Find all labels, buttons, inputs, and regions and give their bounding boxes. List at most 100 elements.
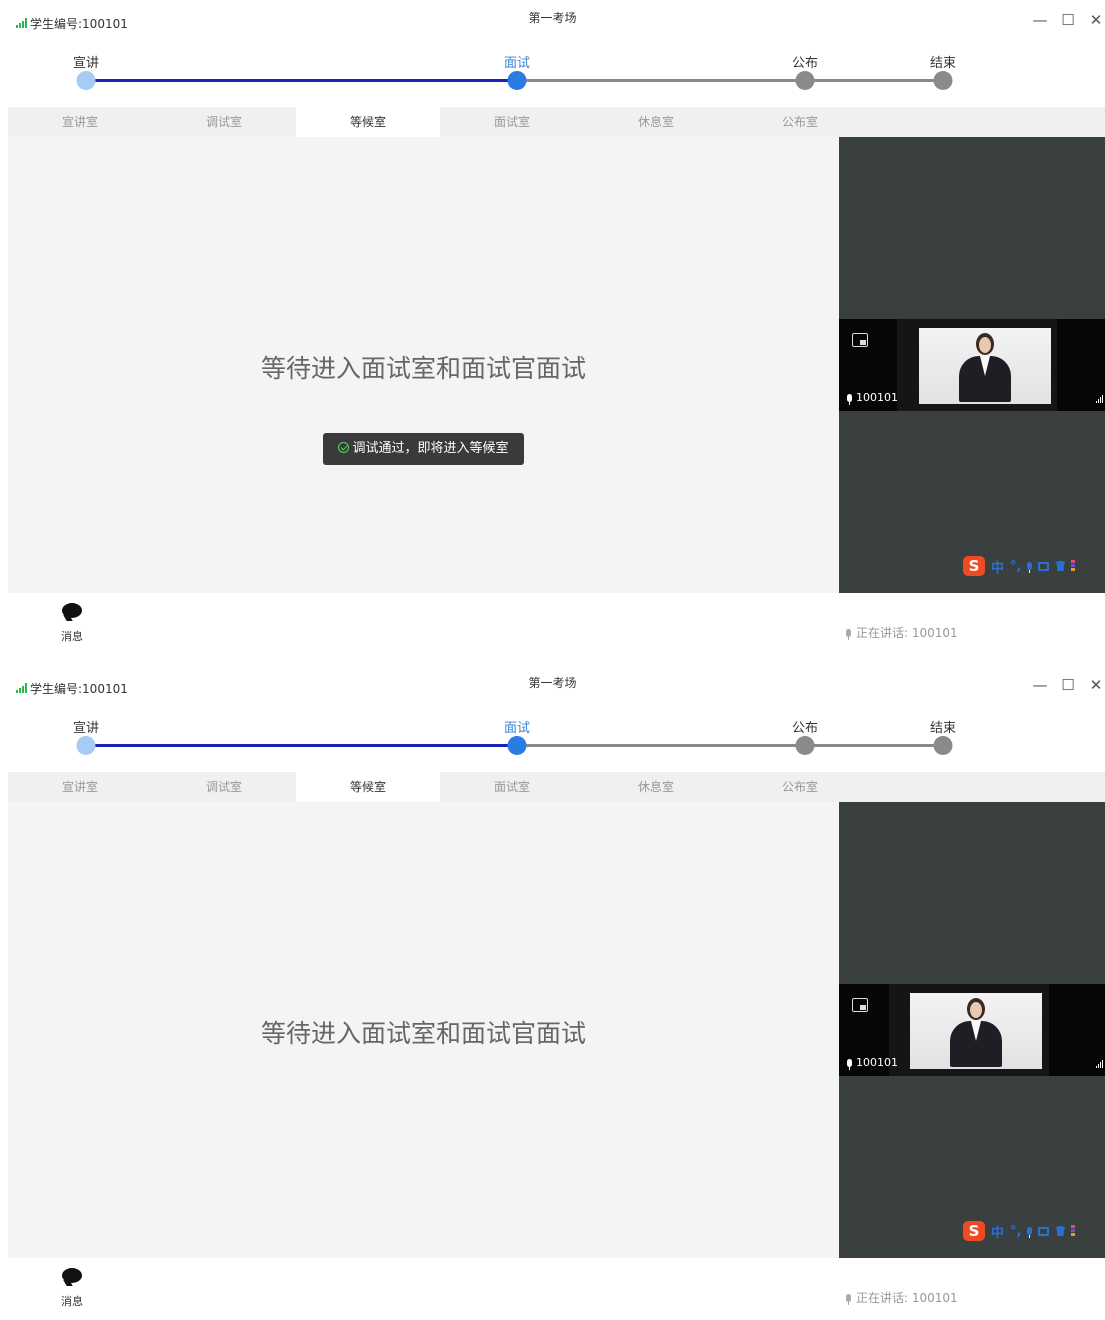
step-dot-announce (795, 736, 815, 755)
ime-punctuation[interactable]: °, (1010, 1224, 1021, 1239)
video-participant: 100101 (847, 391, 898, 405)
camera-feed (910, 993, 1042, 1069)
tab-waiting-room[interactable]: 等候室 (296, 772, 440, 802)
chat-bubble-icon (62, 1268, 82, 1283)
tab-presentation-room[interactable]: 宣讲室 (8, 107, 152, 137)
tab-debug-room[interactable]: 调试室 (152, 772, 296, 802)
microphone-icon (846, 628, 851, 640)
step-dot-end (933, 736, 953, 755)
video-panel: 100101 S 中 °, (839, 802, 1105, 1258)
ime-more-icon[interactable] (1071, 1225, 1076, 1237)
minimize-button[interactable]: — (1030, 675, 1050, 695)
tab-interview-room[interactable]: 面试室 (440, 772, 584, 802)
title-bar: 学生编号:100101 第一考场 — ☐ ✕ (0, 0, 1105, 40)
title-bar: 学生编号:100101 第一考场 — ☐ ✕ (0, 665, 1105, 705)
tab-announce-room[interactable]: 公布室 (728, 772, 872, 802)
ime-skin-icon[interactable] (1055, 1226, 1066, 1236)
video-signal-icon (1096, 1060, 1103, 1068)
video-participant: 100101 (847, 1056, 898, 1070)
ime-skin-icon[interactable] (1055, 561, 1066, 571)
exam-progress: 宣讲 面试 公布 结束 (0, 40, 1105, 100)
student-info: 学生编号:100101 (16, 16, 128, 31)
exam-window-1: 学生编号:100101 第一考场 — ☐ ✕ 宣讲 面试 公布 结束 宣讲室 调… (0, 0, 1105, 655)
messages-button[interactable]: 消息 (50, 1264, 94, 1310)
progress-line-done (86, 744, 517, 747)
video-tile[interactable]: 100101 (839, 319, 1105, 411)
signal-strength-icon (16, 18, 27, 28)
wait-message: 等待进入面试室和面试官面试 (260, 354, 586, 383)
progress-line-pending (517, 79, 943, 82)
signal-strength-icon (16, 683, 27, 693)
room-tabs: 宣讲室 调试室 等候室 面试室 休息室 公布室 (8, 772, 1105, 802)
speaking-text: 正在讲话: 100101 (856, 626, 958, 640)
tab-waiting-room[interactable]: 等候室 (296, 107, 440, 137)
bottom-bar: 消息 正在讲话: 100101 (0, 593, 1105, 655)
tab-interview-room[interactable]: 面试室 (440, 107, 584, 137)
student-id-label: 学生编号:100101 (30, 681, 128, 696)
ime-more-icon[interactable] (1071, 560, 1076, 572)
ime-language[interactable]: 中 (991, 1222, 1004, 1241)
step-label-end: 结束 (929, 721, 957, 736)
video-panel: 100101 S 中 °, (839, 137, 1105, 593)
step-dot-presentation (76, 736, 96, 755)
picture-in-picture-icon[interactable] (852, 333, 868, 347)
speaking-indicator: 正在讲话: 100101 (846, 1289, 958, 1306)
ime-keyboard-icon[interactable] (1038, 1226, 1050, 1236)
student-id-label: 学生编号:100101 (30, 16, 128, 31)
step-label-presentation: 宣讲 (72, 721, 100, 736)
sogou-logo-icon[interactable]: S (963, 556, 985, 576)
check-circle-icon (338, 442, 350, 453)
minimize-button[interactable]: — (1030, 10, 1050, 30)
exam-progress: 宣讲 面试 公布 结束 (0, 705, 1105, 765)
close-button[interactable]: ✕ (1086, 10, 1105, 30)
tab-rest-room[interactable]: 休息室 (584, 107, 728, 137)
step-label-interview: 面试 (503, 721, 531, 736)
ime-voice-icon[interactable] (1027, 1227, 1033, 1238)
progress-line-pending (517, 744, 943, 747)
wait-message: 等待进入面试室和面试官面试 (260, 1019, 586, 1048)
ime-toolbar[interactable]: S 中 °, (963, 1220, 1076, 1242)
bottom-bar: 消息 正在讲话: 100101 (0, 1258, 1105, 1320)
step-dot-end (933, 71, 953, 90)
microphone-icon (846, 1293, 851, 1305)
maximize-button[interactable]: ☐ (1058, 675, 1078, 695)
sogou-logo-icon[interactable]: S (963, 1221, 985, 1241)
step-label-presentation: 宣讲 (72, 56, 100, 71)
speaking-indicator: 正在讲话: 100101 (846, 624, 958, 641)
messages-label: 消息 (61, 630, 83, 643)
person-face (970, 1002, 982, 1018)
exam-window-2: 学生编号:100101 第一考场 — ☐ ✕ 宣讲 面试 公布 结束 宣讲室 调… (0, 665, 1105, 1320)
video-tile[interactable]: 100101 (839, 984, 1105, 1076)
tab-debug-room[interactable]: 调试室 (152, 107, 296, 137)
tab-rest-room[interactable]: 休息室 (584, 772, 728, 802)
messages-button[interactable]: 消息 (50, 599, 94, 645)
toast-text: 调试通过，即将进入等候室 (352, 441, 509, 456)
step-dot-interview (507, 71, 527, 90)
ime-language[interactable]: 中 (991, 557, 1004, 576)
ime-voice-icon[interactable] (1027, 562, 1033, 573)
person-face (979, 337, 991, 353)
tab-presentation-room[interactable]: 宣讲室 (8, 772, 152, 802)
chat-bubble-icon (62, 603, 82, 618)
step-label-announce: 公布 (791, 56, 819, 71)
ime-keyboard-icon[interactable] (1038, 561, 1050, 571)
status-toast: 调试通过，即将进入等候室 (323, 433, 524, 465)
picture-in-picture-icon[interactable] (852, 998, 868, 1012)
window-title: 第一考场 (528, 11, 577, 25)
participant-id: 100101 (856, 1056, 898, 1069)
maximize-button[interactable]: ☐ (1058, 10, 1078, 30)
room-tabs: 宣讲室 调试室 等候室 面试室 休息室 公布室 (8, 107, 1105, 137)
step-dot-presentation (76, 71, 96, 90)
close-button[interactable]: ✕ (1086, 675, 1105, 695)
step-label-end: 结束 (929, 56, 957, 71)
step-label-interview: 面试 (503, 56, 531, 71)
camera-feed (919, 328, 1051, 404)
tab-announce-room[interactable]: 公布室 (728, 107, 872, 137)
ime-punctuation[interactable]: °, (1010, 559, 1021, 574)
video-signal-icon (1096, 395, 1103, 403)
step-label-announce: 公布 (791, 721, 819, 736)
microphone-icon (847, 393, 852, 405)
participant-id: 100101 (856, 391, 898, 404)
ime-toolbar[interactable]: S 中 °, (963, 555, 1076, 577)
microphone-icon (847, 1058, 852, 1070)
